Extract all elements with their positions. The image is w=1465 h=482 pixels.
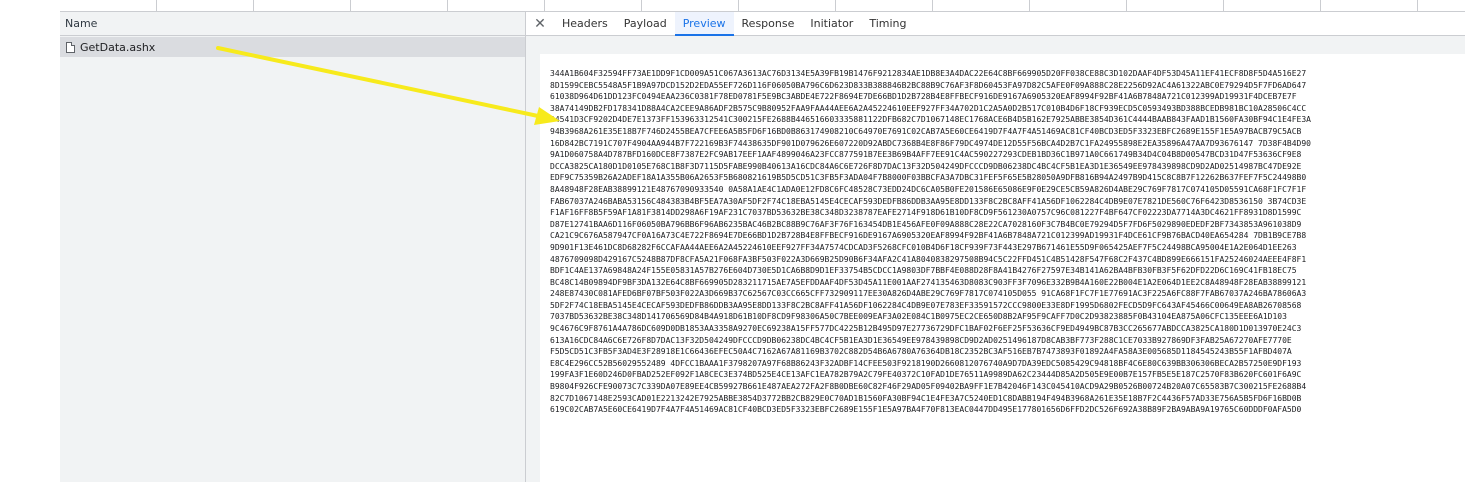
column-divider	[739, 0, 836, 11]
column-divider	[1224, 0, 1321, 11]
column-divider	[933, 0, 1030, 11]
tab-payload[interactable]: Payload	[616, 12, 675, 35]
tab-initiator[interactable]: Initiator	[802, 12, 861, 35]
preview-line: FAB67037A246BABA53156C484383B4BF5EA7A30A…	[550, 196, 1307, 206]
column-divider	[448, 0, 545, 11]
preview-line: 9A1D060758A4D787BFD160DCE8F7387E2FC9AB17…	[550, 150, 1302, 160]
preview-line: 38A74149DB2FD178341D88A4CA2CEE9A86ADF2B5…	[550, 103, 1307, 113]
preview-line: 04541D3CF9202D4DE7E1373FF153963312541C30…	[550, 115, 1311, 125]
preview-line: 94B3968A261E35E18B7F746D2455BEA7CFEE6A5B…	[550, 126, 1302, 136]
preview-line: 344A1B604F32594FF73AE1DD9F1CD009A51C067A…	[550, 69, 1307, 78]
preview-line: F1AF16FF8B5F59AF1A81F3814DD298A6F19AF231…	[550, 208, 1302, 218]
preview-line: BDF1C4AE137A69848A24F155E05831A57B276E60…	[550, 266, 1297, 276]
preview-line: 248E87430C081AFED6BF07BF503F022A3D669B37…	[550, 289, 1307, 299]
preview-text: 344A1B604F32594FF73AE1DD9F1CD009A51C067A…	[540, 54, 1465, 416]
column-divider	[157, 0, 254, 11]
preview-line: 9D901F13E461DC8D68282F6CCAFAA44AEE6A2A45…	[550, 242, 1297, 252]
preview-line: CA21C9C676A587947CF0A16A73C4E722F8694E7D…	[550, 231, 1307, 241]
preview-line: 82C7D1067148E2593CAD01E2213242E7925ABBE3…	[550, 393, 1302, 403]
request-row[interactable]: GetData.ashx	[60, 37, 525, 57]
preview-line: BC48C14B09894DF9BF3DA132E64C8BF669905D28…	[550, 277, 1307, 287]
preview-line: 619C02CAB7A5E60CE6419D7F4A7F4A51469AC81C…	[550, 405, 1302, 415]
preview-line: 61038D964D61DD123FC0494EAA236C0381F78ED0…	[550, 92, 1297, 102]
tab-headers[interactable]: Headers	[554, 12, 616, 35]
preview-panel: 344A1B604F32594FF73AE1DD9F1CD009A51C067A…	[526, 36, 1465, 482]
preview-line: 199FA3F1E60D246D0FBAD252EF092F1A8CEC3E37…	[550, 370, 1302, 380]
request-list-pane: Name GetData.ashx	[60, 12, 525, 482]
preview-line: 8A48948F28EAB38899121E48767090933540 0A5…	[550, 184, 1307, 194]
preview-line: 9C4676C9F8761A4A786DC609D0DB1853AA3358A9…	[550, 324, 1302, 334]
column-divider	[1321, 0, 1418, 11]
column-divider	[1030, 0, 1127, 11]
column-divider	[254, 0, 351, 11]
preview-line: 5DF2F74C18EBA5145E4CECAF593DEDFB86DDB3AA…	[550, 300, 1302, 310]
preview-line: D87E12741BAA6D116F06050BA796BB6F96AB6235…	[550, 219, 1302, 229]
tab-response[interactable]: Response	[734, 12, 803, 35]
close-icon[interactable]: ✕	[526, 12, 554, 35]
preview-line: 16D842BC7191C707F4904AA944B7F722169B3F74…	[550, 138, 1311, 148]
column-divider	[351, 0, 448, 11]
preview-line: DCCA3825CA180D1D0105E768C1B8F3D7115D5FAB…	[550, 161, 1302, 171]
preview-line: F5D5CD51C3FB5F3AD4E3F28918E1C66436EFEC50…	[550, 347, 1292, 357]
name-column-header[interactable]: Name	[60, 12, 525, 36]
column-divider	[545, 0, 642, 11]
preview-line: B9804F926CFE90073C7C339DA07E89EE4CB59927…	[550, 382, 1307, 392]
tab-preview[interactable]: Preview	[674, 12, 734, 36]
column-divider	[642, 0, 739, 11]
tab-timing[interactable]: Timing	[861, 12, 914, 35]
preview-line: E8C4E296CC52B56029552489 4DFCC1BAAA1F379…	[550, 358, 1302, 368]
column-header-strip	[60, 0, 1465, 12]
details-tabbar: ✕ Headers Payload Preview Response Initi…	[526, 12, 1465, 36]
preview-line: 4876709098D429167C5248B87DF8CFA5A21F068F…	[550, 254, 1307, 264]
column-divider	[60, 0, 157, 11]
preview-line: 613A16CDC84A6C6E726F8D7DAC13F32D504249DF…	[550, 335, 1292, 345]
preview-line: 8D1599CEBC5548A5F1B9A97DCD152D2EDA55EF72…	[550, 80, 1307, 90]
preview-line: 7037BD53632BE38C348D141706569D84B4A918D6…	[550, 312, 1287, 322]
column-divider	[1127, 0, 1224, 11]
document-icon	[66, 41, 75, 53]
preview-line: EDF9C75359B26A2ADEF18A1A355B06A2653F5B68…	[550, 173, 1307, 183]
request-name: GetData.ashx	[80, 40, 156, 54]
column-divider	[836, 0, 933, 11]
preview-content[interactable]: 344A1B604F32594FF73AE1DD9F1CD009A51C067A…	[540, 54, 1465, 482]
